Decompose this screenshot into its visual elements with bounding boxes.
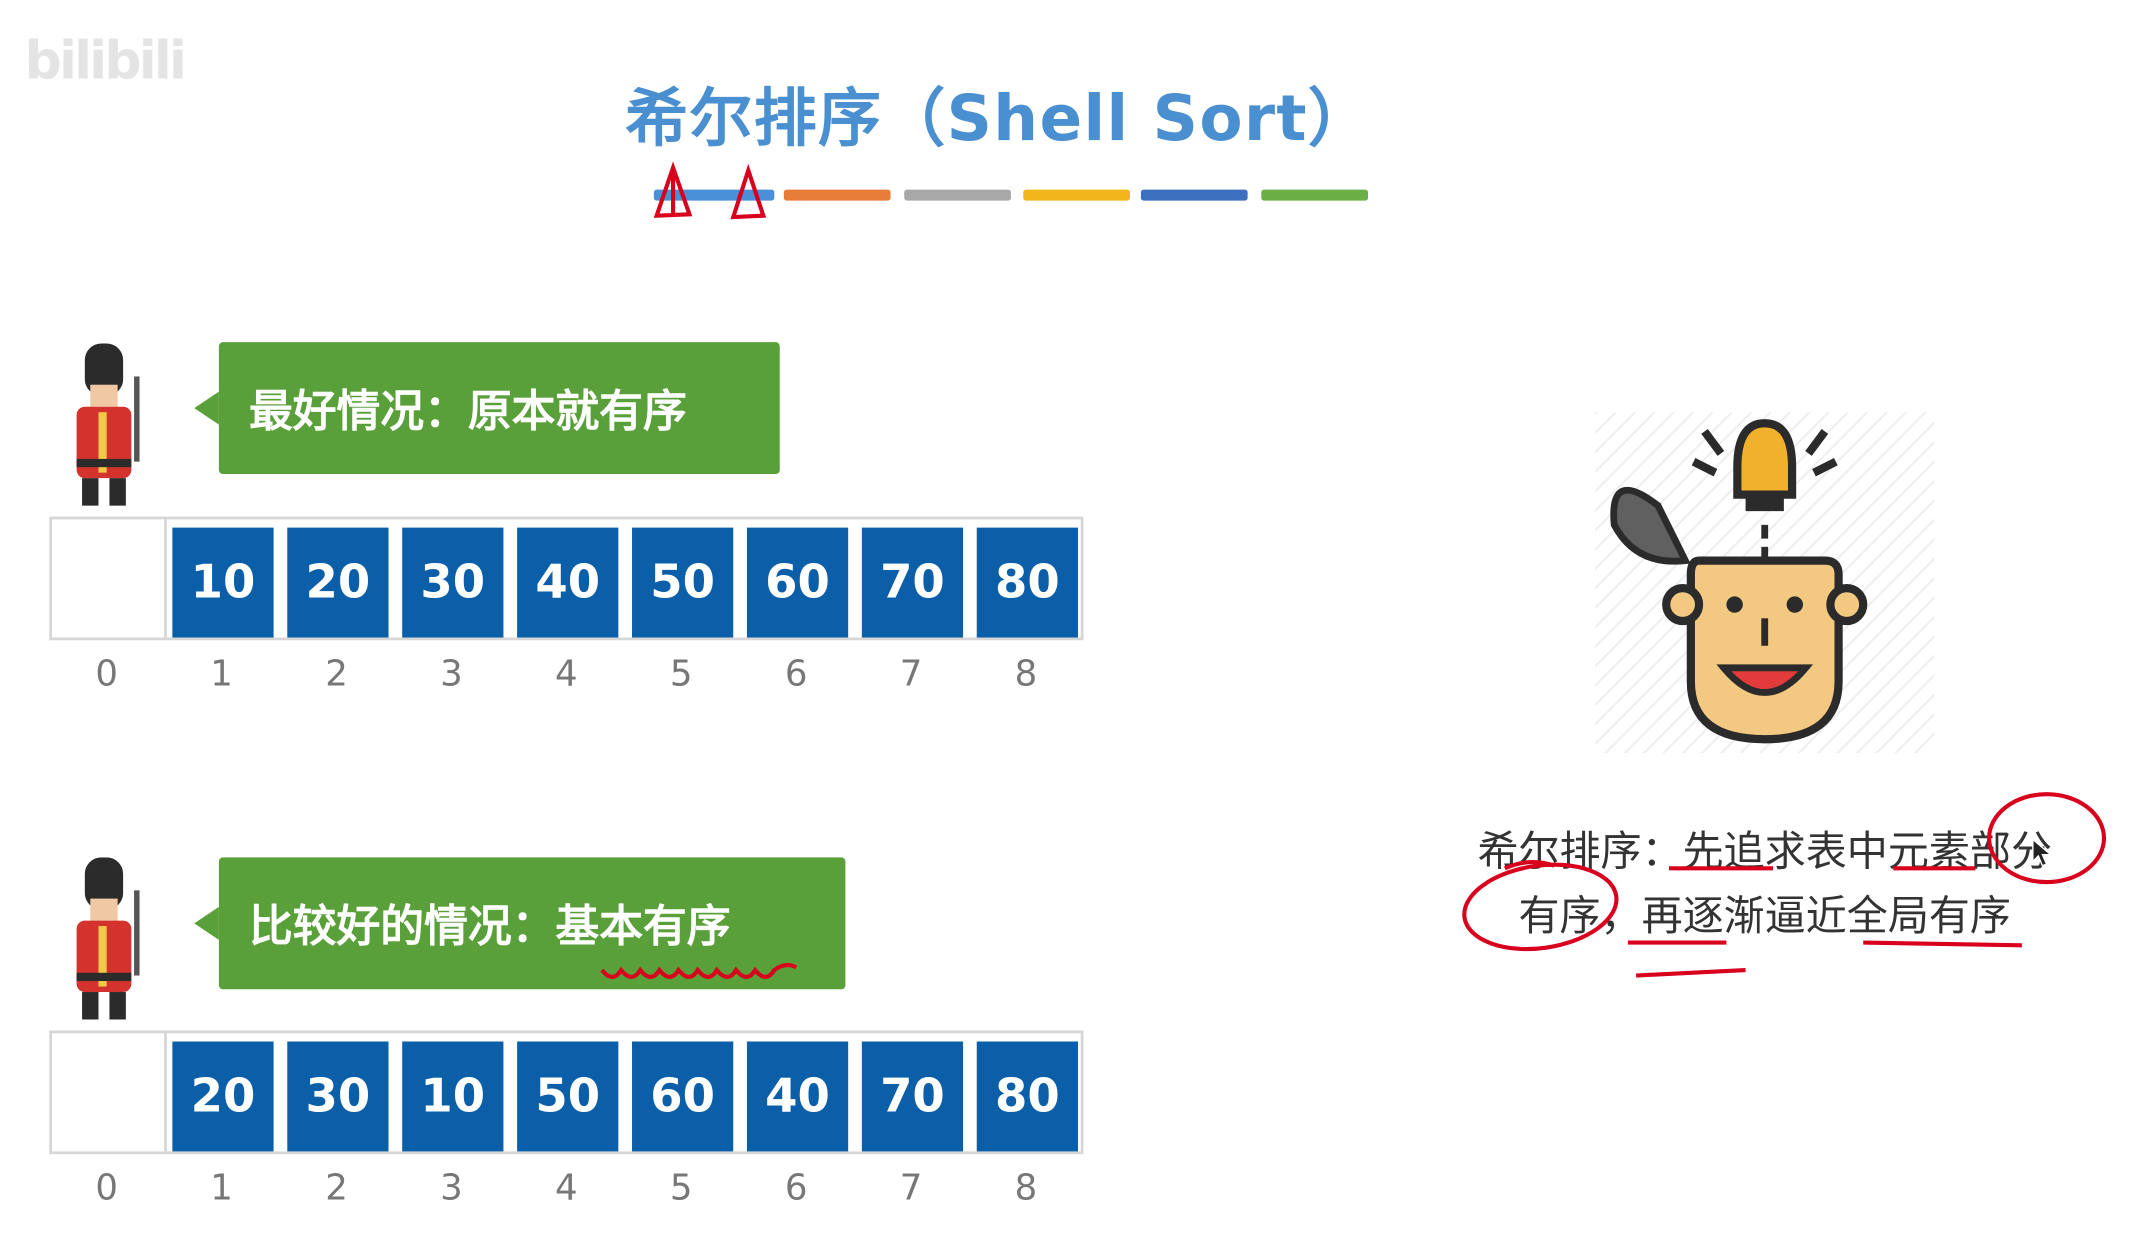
array-index: 5 — [669, 654, 693, 696]
array-index: 2 — [325, 654, 348, 696]
array-index: 2 — [325, 1167, 348, 1210]
cell-divider — [164, 519, 167, 638]
mouse-cursor-icon — [2032, 838, 2053, 867]
good-case-label-prefix: 比较好的情况： — [248, 899, 556, 953]
array-cell: 20 — [287, 527, 389, 638]
array-index: 6 — [784, 1167, 808, 1210]
array-index: 7 — [899, 654, 923, 696]
slide: bilibili 希尔排序（Shell Sort） 最好情况：原本就有序 10 … — [0, 0, 2134, 1238]
array-cell: 60 — [632, 1041, 734, 1152]
array-index: 1 — [210, 1167, 233, 1210]
best-case-array: 10 20 30 40 50 60 70 80 — [49, 516, 1084, 641]
best-case-label: 最好情况：原本就有序 — [194, 342, 780, 475]
array-cell: 80 — [976, 1041, 1078, 1152]
array-index: 8 — [1014, 1167, 1038, 1210]
array-index: 1 — [210, 654, 233, 696]
color-bar-segment — [1140, 189, 1248, 201]
lightbulb-head-icon — [1595, 412, 1935, 753]
array-index: 3 — [440, 654, 463, 696]
array-cell: 10 — [402, 1041, 504, 1152]
array-cell: 20 — [172, 1041, 274, 1152]
array-cell: 10 — [172, 527, 274, 638]
array-index: 4 — [555, 654, 578, 696]
array-cell: 30 — [402, 527, 504, 638]
array-cell: 60 — [746, 527, 849, 638]
good-case-label-emphasis: 基本有序 — [555, 899, 731, 953]
ink-annotation — [1462, 792, 2107, 978]
cell-divider — [164, 1033, 167, 1152]
array-cell: 70 — [861, 1041, 964, 1152]
ink-annotation — [653, 161, 767, 220]
array-index: 8 — [1014, 654, 1038, 696]
ink-annotation — [600, 963, 798, 979]
color-bar-segment — [1261, 189, 1368, 201]
array-index: 7 — [899, 1167, 923, 1210]
color-bar-segment — [1023, 189, 1130, 201]
guard-icon — [76, 857, 140, 1020]
array-cell: 30 — [287, 1041, 389, 1152]
array-cell: 40 — [517, 527, 619, 638]
good-case-array: 20 30 10 50 60 40 70 80 — [49, 1030, 1084, 1155]
guard-icon — [76, 343, 140, 506]
array-cell: 40 — [746, 1041, 849, 1152]
array-index: 3 — [440, 1167, 463, 1210]
array-cell: 50 — [632, 527, 734, 638]
array-index: 0 — [95, 1167, 119, 1210]
array-index: 0 — [95, 654, 119, 696]
array-cell: 80 — [976, 527, 1078, 638]
array-cell: 50 — [517, 1041, 619, 1152]
array-index: 4 — [555, 1167, 578, 1210]
color-bar-segment — [904, 189, 1011, 201]
array-index: 5 — [669, 1167, 693, 1210]
array-index: 6 — [784, 654, 808, 696]
array-cell: 70 — [861, 527, 964, 638]
color-bar-segment — [783, 189, 891, 201]
page-title: 希尔排序（Shell Sort） — [625, 81, 1373, 156]
